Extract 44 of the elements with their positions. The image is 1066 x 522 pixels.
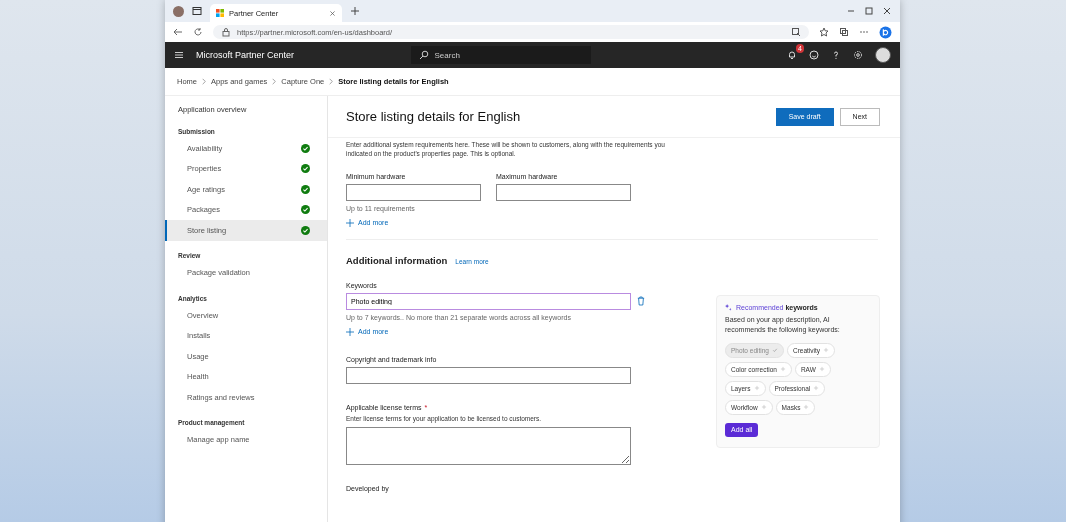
hardware-input-field[interactable]	[496, 183, 631, 201]
checkmark-icon	[771, 347, 778, 354]
plus-icon	[346, 327, 354, 336]
close-icon[interactable]	[882, 6, 892, 16]
plus-icon	[346, 218, 354, 227]
menu-icon[interactable]	[174, 50, 184, 60]
section-title: Additional information	[346, 254, 448, 266]
hardware-input-field[interactable]	[346, 183, 481, 201]
app-available-icon[interactable]	[791, 27, 801, 37]
plus-icon	[818, 366, 825, 373]
copilot-circle-icon[interactable]	[879, 25, 892, 39]
copyright-input-field[interactable]	[346, 366, 631, 384]
settings-icon[interactable]	[853, 50, 863, 60]
trash-icon[interactable]	[637, 296, 645, 307]
plus-icon	[823, 347, 830, 354]
license-terms-text-area[interactable]	[346, 426, 631, 465]
lock-icon	[221, 27, 231, 37]
favorites-star-icon[interactable]	[819, 27, 829, 37]
plus-icon	[753, 385, 760, 392]
search-icon	[418, 50, 429, 60]
four-squares-logo-icon	[216, 9, 224, 17]
collections-icon[interactable]	[839, 27, 849, 37]
close-icon[interactable]	[329, 9, 336, 17]
chevron-icon	[272, 78, 277, 85]
plus-icon	[803, 404, 810, 411]
profile-avatar-icon[interactable]	[173, 5, 184, 17]
help-icon[interactable]	[831, 50, 841, 60]
back-arrow-icon[interactable]	[173, 27, 183, 37]
plus-icon[interactable]	[350, 6, 360, 16]
refresh-icon[interactable]	[193, 27, 203, 37]
chevron-icon	[202, 78, 206, 85]
smiley-icon[interactable]	[809, 50, 819, 60]
app-title: Microsoft Partner Center	[196, 50, 295, 60]
plus-icon	[760, 404, 767, 411]
chevron-icon	[329, 78, 334, 85]
page-title: Store listing details for English	[346, 109, 521, 124]
search-field[interactable]: Search	[410, 46, 591, 64]
bell-icon[interactable]	[787, 50, 797, 60]
user-avatar-icon[interactable]	[875, 47, 891, 63]
sparkle-icon	[725, 304, 732, 311]
tab-actions-icon[interactable]	[192, 6, 202, 16]
plus-icon	[813, 385, 820, 392]
maximize-icon[interactable]	[864, 6, 874, 16]
plus-icon	[779, 366, 786, 373]
